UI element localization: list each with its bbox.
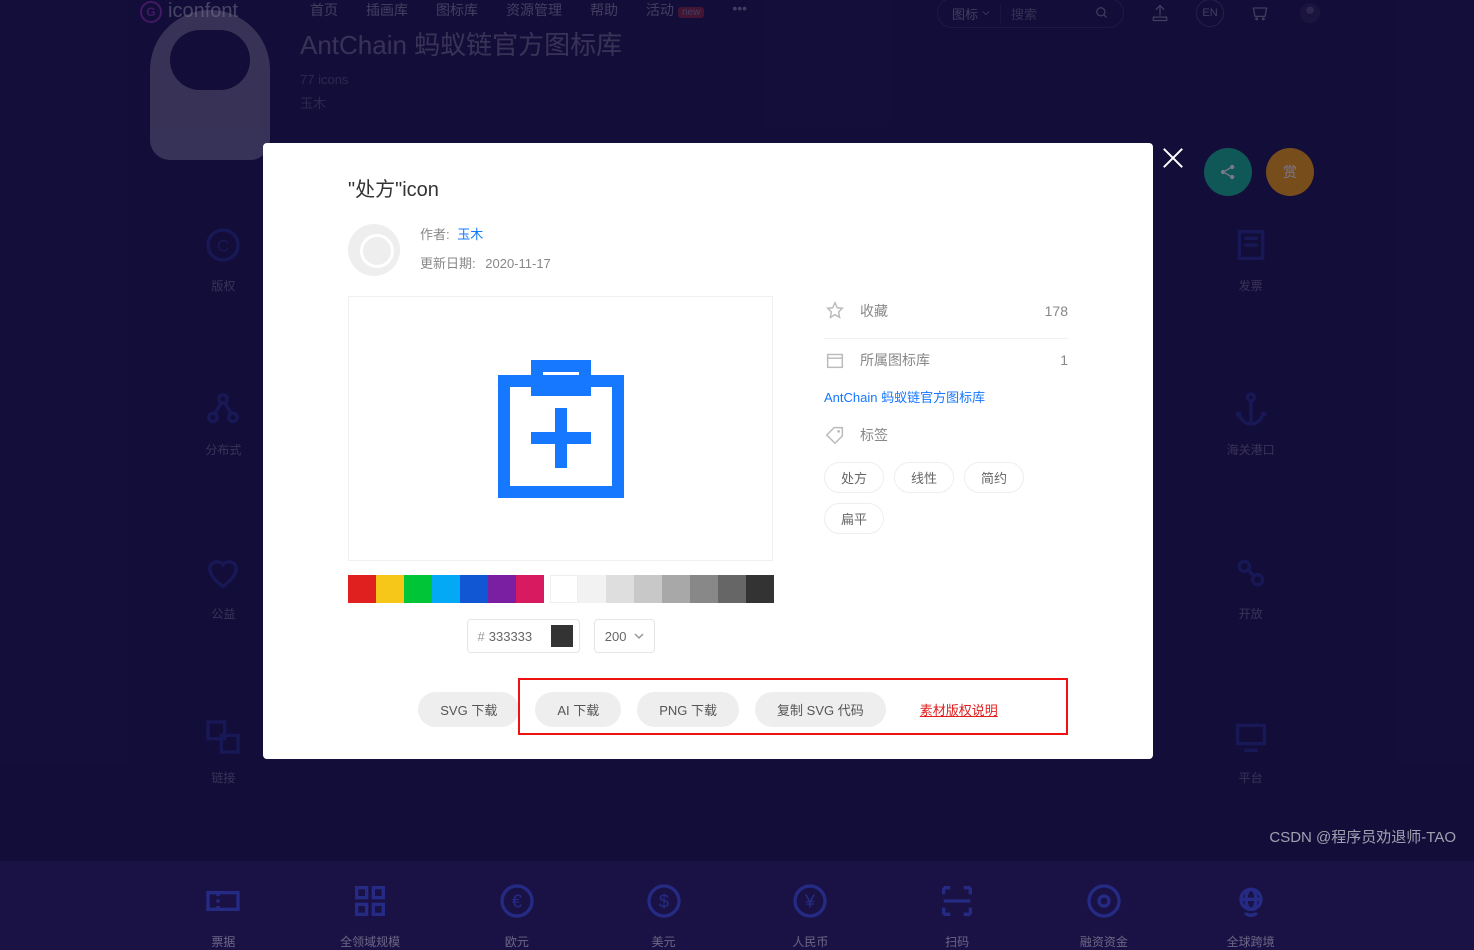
modal-title: "处方"icon xyxy=(348,173,1068,202)
color-swatch[interactable] xyxy=(460,575,488,603)
scan-icon xyxy=(937,881,977,921)
ticket-icon xyxy=(203,881,243,921)
color-swatch[interactable] xyxy=(746,575,774,603)
ai-download-button[interactable]: AI 下载 xyxy=(535,692,621,727)
library-icon xyxy=(824,349,846,371)
size-select[interactable]: 200 xyxy=(594,619,656,653)
globe-icon xyxy=(1231,881,1271,921)
svg-text:¥: ¥ xyxy=(804,891,816,912)
color-swatch[interactable] xyxy=(718,575,746,603)
close-icon[interactable] xyxy=(1158,143,1188,173)
category-item[interactable]: 融资资金 xyxy=(1031,881,1178,950)
hex-input[interactable]: # 333333 xyxy=(467,619,580,653)
color-swatch[interactable] xyxy=(432,575,460,603)
library-row: 所属图标库 1 xyxy=(824,339,1068,375)
color-swatch[interactable] xyxy=(550,575,578,603)
color-palette xyxy=(348,575,774,603)
tag-header: 标签 xyxy=(824,424,1068,446)
icon-preview xyxy=(348,296,773,561)
update-date: 2020-11-17 xyxy=(485,256,551,271)
icon-detail-modal: "处方"icon 作者: 玉木 更新日期: 2020-11-17 xyxy=(263,143,1153,759)
color-swatch[interactable] xyxy=(404,575,432,603)
copyright-link[interactable]: 素材版权说明 xyxy=(920,700,998,719)
color-swatch[interactable] xyxy=(488,575,516,603)
category-item[interactable]: €欧元 xyxy=(444,881,591,950)
color-swatch[interactable] xyxy=(578,575,606,603)
size-value: 200 xyxy=(605,629,627,644)
author-link[interactable]: 玉木 xyxy=(457,227,483,242)
lib-count: 1 xyxy=(1060,352,1068,368)
png-download-button[interactable]: PNG 下载 xyxy=(637,692,739,727)
finance-icon xyxy=(1084,881,1124,921)
update-label: 更新日期: xyxy=(420,256,476,271)
tag-item[interactable]: 处方 xyxy=(824,462,884,493)
favorite-row[interactable]: 收藏 178 xyxy=(824,300,1068,339)
tag-list: 处方 线性 简约 扁平 xyxy=(824,462,1068,534)
hex-chip-icon xyxy=(551,625,573,647)
svg-text:$: $ xyxy=(659,891,669,912)
grid-icon xyxy=(350,881,390,921)
tag-item[interactable]: 扁平 xyxy=(824,503,884,534)
category-item[interactable]: 全领域规模 xyxy=(297,881,444,950)
color-swatch[interactable] xyxy=(662,575,690,603)
category-item[interactable]: 扫码 xyxy=(884,881,1031,950)
prescription-icon xyxy=(486,354,636,504)
tag-icon xyxy=(824,424,846,446)
euro-icon: € xyxy=(497,881,537,921)
watermark: CSDN @程序员劝退师-TAO xyxy=(1269,826,1456,847)
tag-item[interactable]: 线性 xyxy=(894,462,954,493)
author-label: 作者: xyxy=(420,227,450,242)
color-swatch[interactable] xyxy=(606,575,634,603)
modal-sidebar: 收藏 178 所属图标库 1 AntChain 蚂蚁链官方图标库 标签 处方 线… xyxy=(824,296,1068,674)
category-item[interactable]: 票据 xyxy=(150,881,297,950)
library-link[interactable]: AntChain 蚂蚁链官方图标库 xyxy=(824,387,1068,406)
fav-count: 178 xyxy=(1045,303,1068,319)
color-swatch[interactable] xyxy=(634,575,662,603)
hash-label: # xyxy=(468,629,489,644)
color-swatch[interactable] xyxy=(376,575,404,603)
color-swatch[interactable] xyxy=(348,575,376,603)
svg-download-button[interactable]: SVG 下载 xyxy=(418,692,519,727)
star-icon xyxy=(824,300,846,322)
rmb-icon: ¥ xyxy=(790,881,830,921)
dollar-icon: $ xyxy=(644,881,684,921)
author-avatar-icon[interactable] xyxy=(348,224,400,276)
tag-item[interactable]: 简约 xyxy=(964,462,1024,493)
download-row: SVG 下载 AI 下载 PNG 下载 复制 SVG 代码 素材版权说明 xyxy=(348,674,1068,739)
copy-svg-button[interactable]: 复制 SVG 代码 xyxy=(755,692,886,727)
hex-value[interactable]: 333333 xyxy=(489,629,551,644)
svg-text:€: € xyxy=(512,891,522,912)
color-swatch[interactable] xyxy=(516,575,544,603)
category-item[interactable]: $美元 xyxy=(590,881,737,950)
category-item[interactable]: 全球跨境 xyxy=(1177,881,1324,950)
category-item[interactable]: ¥人民币 xyxy=(737,881,884,950)
chevron-down-icon xyxy=(634,631,644,641)
color-swatch[interactable] xyxy=(690,575,718,603)
